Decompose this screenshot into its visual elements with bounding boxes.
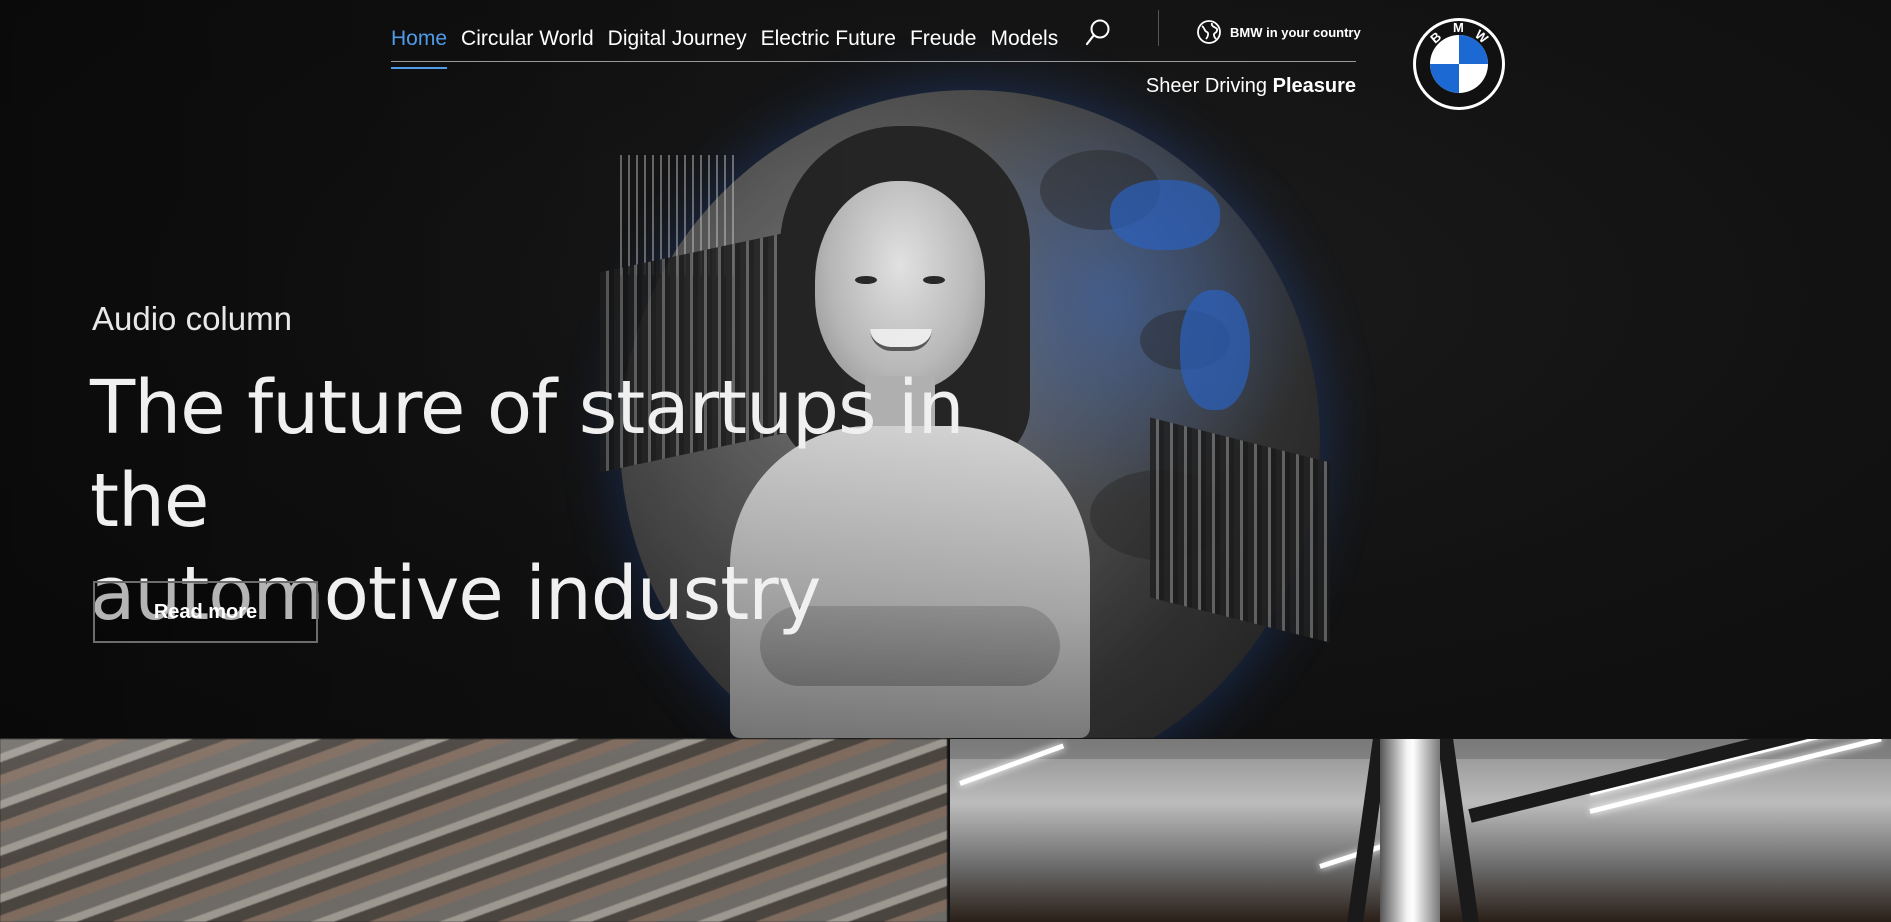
nav-item-digital-journey[interactable]: Digital Journey [608,19,747,59]
country-selector[interactable]: BMW in your country [1196,19,1361,45]
nav-divider-line [391,61,1356,62]
bmw-logo[interactable]: B M W [1411,16,1507,112]
nav-item-freude[interactable]: Freude [910,19,977,59]
read-more-button[interactable]: Read more [93,581,318,643]
teaser-tile-right[interactable] [950,739,1891,922]
hero-eyebrow: Audio column [92,300,292,337]
header-divider [1158,10,1159,46]
logo-letter-m: M [1453,20,1464,35]
country-selector-label: BMW in your country [1230,24,1361,40]
nav-item-electric-future[interactable]: Electric Future [761,19,896,59]
main-nav: Home Circular World Digital Journey Elec… [391,14,1072,69]
globe-icon [1197,20,1221,44]
nav-item-models[interactable]: Models [991,19,1059,59]
nav-item-home[interactable]: Home [391,19,448,69]
brand-tagline: Sheer Driving Pleasure [1146,75,1356,98]
hero-headline-line-1: The future of startups in the [90,365,964,544]
search-icon[interactable] [1084,18,1112,48]
tagline-regular: Sheer Driving [1145,75,1273,97]
teaser-tile-left[interactable] [0,739,947,922]
hero-section: Audio column The future of startups in t… [0,0,1891,738]
tagline-bold: Pleasure [1272,75,1356,97]
nav-item-circular-world[interactable]: Circular World [461,19,594,59]
